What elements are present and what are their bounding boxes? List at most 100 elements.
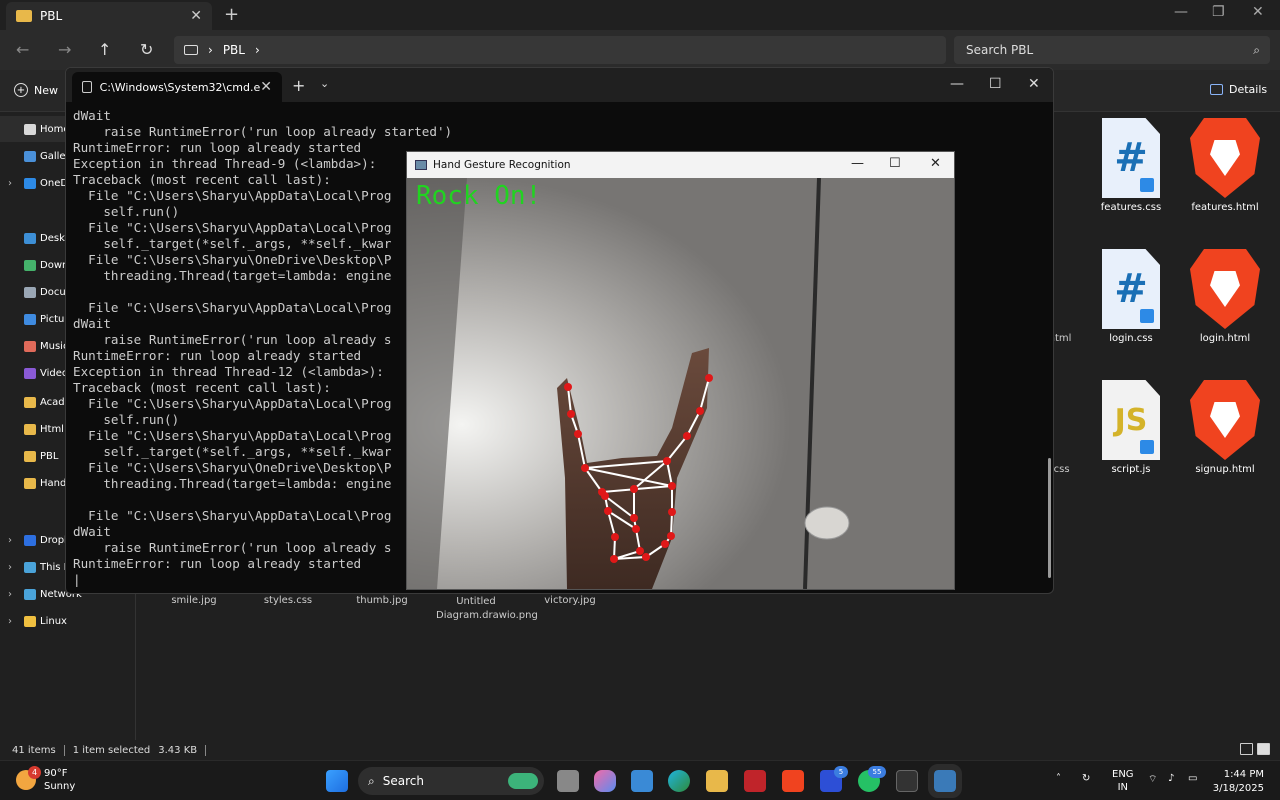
chevron-right-icon[interactable]: ›	[8, 616, 22, 627]
windows-start-icon[interactable]	[326, 770, 348, 792]
brave-file-icon	[1190, 249, 1260, 329]
terminal-tab[interactable]: C:\Windows\System32\cmd.e ✕	[72, 72, 282, 102]
breadcrumb-chevron-icon[interactable]: ›	[255, 43, 260, 57]
new-button[interactable]: + New	[14, 83, 58, 97]
file-untitled-diagram[interactable]: Untitled Diagram.drawio.png	[436, 595, 538, 623]
terminal-icon[interactable]	[896, 770, 918, 792]
brave-file-icon	[1190, 380, 1260, 460]
gesture-window: Hand Gesture Recognition — ☐ ✕ Rock On!	[406, 151, 955, 590]
file-script-js[interactable]: JS script.js	[1086, 380, 1176, 475]
sidebar-item-label: Linux	[40, 615, 67, 627]
minimize-icon[interactable]: —	[1174, 4, 1188, 20]
file-features-css[interactable]: # features.css	[1086, 118, 1176, 213]
folder-icon	[24, 423, 36, 435]
close-window-icon[interactable]: ✕	[930, 156, 941, 171]
clock[interactable]: 1:44 PM 3/18/2025	[1212, 768, 1264, 796]
language-indicator[interactable]: ENG IN	[1112, 768, 1134, 794]
file-victory[interactable]: victory.jpg	[530, 595, 610, 606]
details-button[interactable]: Details	[1210, 83, 1267, 96]
forward-icon[interactable]: →	[58, 40, 71, 59]
search-icon: ⌕	[368, 773, 375, 788]
chevron-down-icon[interactable]: ⌄	[320, 77, 329, 90]
python-icon[interactable]	[928, 764, 962, 798]
file-styles-css[interactable]: styles.css	[248, 595, 328, 606]
brave-icon[interactable]	[782, 770, 804, 792]
hand-landmark	[598, 488, 606, 496]
new-tab-icon[interactable]: +	[224, 4, 239, 25]
up-icon[interactable]: ↑	[98, 40, 111, 59]
lion-face-icon	[1210, 140, 1240, 176]
explorer-tab[interactable]: PBL ✕	[6, 2, 212, 30]
hand-landmark	[667, 532, 675, 540]
details-view-icon[interactable]	[1240, 743, 1253, 755]
store-icon[interactable]	[631, 770, 653, 792]
chevron-right-icon[interactable]: ›	[8, 589, 22, 600]
folder-icon	[24, 615, 36, 627]
hand-landmark	[663, 457, 671, 465]
task-view-icon[interactable]	[557, 770, 579, 792]
vscode-badge-icon	[1140, 178, 1154, 192]
chevron-up-icon[interactable]: ˄	[1056, 773, 1061, 784]
sidebar-item-label: Hand	[40, 477, 67, 489]
new-label: New	[34, 83, 58, 97]
wall-background	[407, 178, 954, 589]
sync-icon[interactable]: ↻	[1082, 773, 1090, 784]
file-explorer-icon[interactable]	[706, 770, 728, 792]
weather-widget[interactable]: 4 90°F Sunny	[16, 766, 76, 793]
folder-icon	[24, 561, 36, 573]
file-thumb[interactable]: thumb.jpg	[342, 595, 422, 606]
restore-icon[interactable]: ❐	[1212, 4, 1225, 20]
file-smile[interactable]: smile.jpg	[154, 595, 234, 606]
refresh-icon[interactable]: ↻	[140, 40, 153, 59]
temperature: 90°F	[44, 768, 68, 779]
file-features-html[interactable]: features.html	[1180, 118, 1270, 213]
terminal-title-bar: C:\Windows\System32\cmd.e ✕ + ⌄ — ☐ ✕	[66, 68, 1053, 102]
new-tab-icon[interactable]: +	[292, 76, 305, 95]
back-icon[interactable]: ←	[16, 40, 29, 59]
language-top: ENG	[1112, 769, 1134, 780]
file-login-html[interactable]: login.html	[1180, 249, 1270, 344]
status-bar: 41 items 1 item selected 3.43 KB	[0, 740, 1280, 760]
folder-icon	[24, 259, 36, 271]
status-divider	[205, 744, 207, 756]
close-window-icon[interactable]: ✕	[1252, 4, 1264, 20]
file-name: script.js	[1111, 464, 1151, 475]
hand-landmark	[604, 507, 612, 515]
status-divider	[63, 744, 65, 756]
address-bar[interactable]: › PBL ›	[174, 36, 946, 64]
chevron-right-icon[interactable]: ›	[8, 178, 22, 189]
weather-condition: Sunny	[44, 781, 76, 792]
folder-icon	[24, 150, 36, 162]
close-tab-icon[interactable]: ✕	[190, 8, 202, 24]
whatsapp-badge: 55	[868, 766, 886, 778]
js-file-icon: JS	[1102, 380, 1160, 460]
minimize-icon[interactable]: —	[851, 156, 864, 171]
close-tab-icon[interactable]: ✕	[260, 79, 272, 95]
file-signup-html[interactable]: signup.html	[1180, 380, 1270, 475]
volume-icon[interactable]: ♪	[1168, 773, 1174, 784]
vscode-badge-icon	[1140, 309, 1154, 323]
file-login-css[interactable]: # login.css	[1086, 249, 1176, 344]
terminal-scrollbar[interactable]	[1048, 458, 1051, 578]
wifi-icon[interactable]: ⌔	[1148, 773, 1157, 786]
breadcrumb-separator-icon: ›	[208, 43, 213, 57]
cmd-icon	[82, 81, 92, 93]
tiles-view-icon[interactable]	[1257, 743, 1270, 755]
maximize-icon[interactable]: ☐	[989, 76, 1002, 92]
breadcrumb-pbl[interactable]: PBL	[223, 43, 245, 57]
search-input[interactable]: Search PBL ⌕	[954, 36, 1270, 64]
sidebar-item-linux[interactable]: › Linux	[0, 608, 136, 634]
brave-file-icon	[1190, 118, 1260, 198]
maximize-icon[interactable]: ☐	[889, 156, 901, 171]
sidebar-item-label: PBL	[40, 450, 59, 462]
close-window-icon[interactable]: ✕	[1028, 76, 1040, 92]
chevron-right-icon[interactable]: ›	[8, 535, 22, 546]
battery-icon[interactable]: ▭	[1188, 773, 1197, 784]
chevron-right-icon[interactable]: ›	[8, 562, 22, 573]
edge-icon[interactable]	[668, 770, 690, 792]
taskbar-search[interactable]: ⌕ Search	[358, 767, 544, 795]
minimize-icon[interactable]: —	[950, 76, 964, 92]
selection-count: 1 item selected	[72, 744, 151, 756]
copilot-icon[interactable]	[594, 770, 616, 792]
mcafee-icon[interactable]	[744, 770, 766, 792]
